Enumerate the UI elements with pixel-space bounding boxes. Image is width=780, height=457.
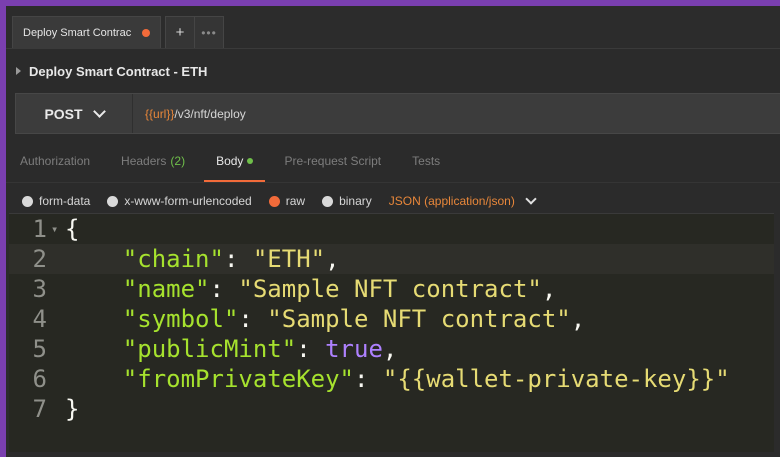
content-type-dropdown[interactable]: JSON (application/json)	[388, 193, 537, 208]
request-tab[interactable]: Deploy Smart Contrac	[12, 16, 161, 48]
tab-actions: + •••	[165, 16, 224, 48]
editor-line: 5 "publicMint": true,	[9, 334, 774, 364]
request-tab-strip: Deploy Smart Contrac + •••	[6, 6, 780, 49]
line-number: 6	[32, 365, 47, 393]
json-key: "publicMint"	[122, 335, 297, 363]
line-number: 2	[32, 245, 47, 273]
radio-selected-icon	[268, 195, 280, 207]
tab-body[interactable]: Body	[203, 140, 266, 182]
tab-headers[interactable]: Headers (2)	[121, 140, 185, 182]
headers-count: (2)	[170, 154, 186, 168]
radio-form-data[interactable]: form-data	[22, 194, 90, 208]
radio-raw-label: raw	[285, 194, 306, 208]
tab-body-label: Body	[216, 154, 244, 168]
editor-line: 7 }	[9, 394, 774, 424]
new-tab-button[interactable]: +	[166, 17, 194, 48]
chevron-down-icon	[525, 193, 537, 205]
radio-raw[interactable]: raw	[268, 194, 306, 208]
line-number: 3	[32, 275, 47, 303]
method-select[interactable]: POST	[16, 94, 133, 133]
tab-tests[interactable]: Tests	[412, 140, 440, 182]
radio-circle-icon	[22, 195, 33, 207]
request-name-row[interactable]: Deploy Smart Contract - ETH	[6, 49, 780, 93]
tab-authorization-label: Authorization	[20, 154, 91, 168]
json-key: "name"	[122, 275, 210, 303]
radio-urlencoded-label: x-www-form-urlencoded	[124, 194, 252, 208]
json-key: "symbol"	[122, 305, 239, 333]
request-name: Deploy Smart Contract - ETH	[29, 63, 208, 79]
tab-headers-label: Headers	[121, 154, 167, 168]
body-status-dot-icon	[247, 158, 254, 164]
json-value: "ETH"	[252, 245, 326, 273]
more-tabs-button[interactable]: •••	[194, 17, 223, 48]
radio-urlencoded[interactable]: x-www-form-urlencoded	[107, 194, 252, 208]
tab-prerequest-script[interactable]: Pre-request Script	[284, 140, 381, 182]
tab-authorization[interactable]: Authorization	[20, 140, 90, 182]
request-tab-title: Deploy Smart Contrac	[23, 26, 132, 39]
radio-binary-label: binary	[339, 194, 372, 208]
json-value: "Sample NFT contract"	[267, 305, 571, 333]
json-value: true	[325, 335, 383, 363]
editor-line: 1 ▾ {	[9, 214, 774, 244]
tab-tests-label: Tests	[412, 154, 441, 168]
fold-arrow-icon[interactable]: ▾	[51, 222, 65, 236]
method-label: POST	[44, 105, 83, 122]
json-value: "Sample NFT contract"	[238, 275, 542, 303]
url-path: /v3/nft/deploy	[174, 106, 246, 121]
content-type-label: JSON (application/json)	[388, 194, 515, 208]
url-variable: {{url}}	[145, 106, 175, 121]
tab-prerequest-label: Pre-request Script	[284, 154, 382, 168]
code-open-brace: {	[65, 215, 80, 243]
editor-line: 4 "symbol": "Sample NFT contract",	[9, 304, 774, 334]
radio-circle-icon	[107, 195, 119, 207]
expand-caret-icon[interactable]	[16, 67, 21, 75]
radio-form-data-label: form-data	[39, 194, 91, 208]
line-number: 1	[32, 215, 47, 243]
editor-line: 3 "name": "Sample NFT contract",	[9, 274, 774, 304]
line-number: 5	[32, 335, 47, 363]
json-key: "fromPrivateKey"	[122, 365, 354, 393]
url-bar: POST {{url}}/v3/nft/deploy	[15, 93, 780, 134]
line-number: 7	[32, 395, 47, 423]
radio-binary[interactable]: binary	[322, 194, 372, 208]
line-number: 4	[32, 305, 47, 333]
url-input[interactable]: {{url}}/v3/nft/deploy	[133, 107, 246, 121]
editor-line: 6 "fromPrivateKey": "{{wallet-private-ke…	[9, 364, 774, 394]
json-key: "chain"	[122, 245, 224, 273]
unsaved-changes-dot-icon	[142, 28, 150, 37]
json-value: "{{wallet-private-key}}"	[382, 365, 730, 393]
body-code-editor[interactable]: 1 ▾ { 2 "chain": "ETH", 3 "name": "Sampl…	[9, 213, 774, 452]
radio-circle-icon	[322, 195, 334, 207]
chevron-down-icon	[92, 104, 106, 118]
editor-line: 2 "chain": "ETH",	[9, 244, 774, 274]
code-close-brace: }	[65, 395, 80, 423]
request-subtabs: Authorization Headers (2) Body Pre-reques…	[6, 140, 780, 182]
